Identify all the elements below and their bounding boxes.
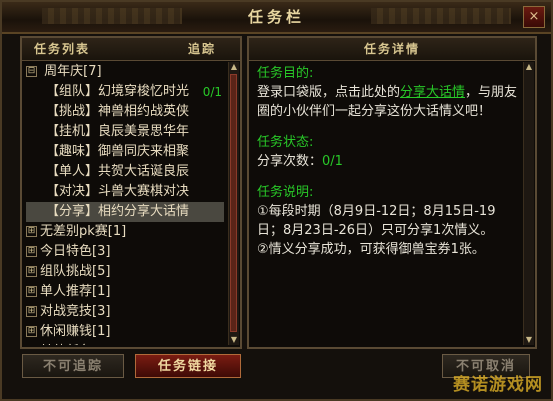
task-row[interactable]: 【对决】斗兽大赛棋对决 [26,182,224,202]
track-progress: 0/1 [202,85,222,99]
task-list-header: 任务列表 追踪 [22,38,240,61]
task-category-tag: 【组队】 [46,84,99,99]
window-title: 任务栏 [247,8,305,26]
task-window: 任务栏 × 任务列表 追踪 ⊟ 周年庆[7] 【组队】幻境穿梭忆时光 0/1 【挑战… [0,0,553,401]
task-row[interactable]: 【趣味】御兽同庆来相聚 [26,142,224,162]
description-line-1: ①每段时期（8月9日-12日；8月15日-19日；8月23日-26日）只可分享1… [257,204,496,238]
task-row[interactable]: 【挂机】良辰美景思华年 [26,122,224,142]
close-button[interactable]: × [523,6,545,28]
task-name: 神兽相约战英侠 [98,104,190,119]
task-list-title: 任务列表 [34,42,91,56]
scroll-down-icon[interactable]: ▼ [229,335,239,345]
task-name: 良辰美景思华年 [98,124,190,139]
group-row[interactable]: ⊞ 对战竞技[3] [26,302,224,322]
task-name: 共贺大话诞良辰 [98,164,190,179]
scroll-up-icon[interactable]: ▲ [229,62,239,72]
site-watermark: 赛诺游戏网 [453,375,543,395]
task-detail-scrollbar[interactable]: ▲ ▼ [523,62,534,345]
task-category-tag: 【分享】 [46,204,99,219]
goal-text-before: 登录口袋版，点击此处的 [257,85,401,100]
group-label: 休闲赚钱[1] [40,324,111,339]
group-row-anniversary[interactable]: ⊟ 周年庆[7] [26,62,224,82]
expand-icon[interactable]: ⊞ [26,266,37,277]
group-label: 今日特色[3] [40,244,111,259]
group-row[interactable]: ⊞ 今日特色[3] [26,242,224,262]
task-category-tag: 【趣味】 [46,144,99,159]
track-column-title: 追踪 [187,42,216,56]
task-detail-title: 任务详情 [363,42,420,56]
goal-heading: 任务目的: [257,66,314,81]
group-label: 无差别pk赛[1] [40,224,127,239]
task-name: 相约分享大话情 [98,204,190,219]
task-name: 幻境穿梭忆时光 [98,84,190,99]
task-list-panel: 任务列表 追踪 ⊟ 周年庆[7] 【组队】幻境穿梭忆时光 0/1 【挑战】神兽相约战… [20,36,242,349]
task-row[interactable]: 【组队】幻境穿梭忆时光 0/1 [26,82,224,102]
share-link[interactable]: 分享大话情 [400,85,465,100]
status-value: 0/1 [322,154,343,169]
untrack-button[interactable]: 不可追踪 [22,354,124,378]
group-row[interactable]: ⊞其他任务[2] [26,342,224,345]
task-name: 斗兽大赛棋对决 [98,184,190,199]
description-heading: 任务说明: [257,185,314,200]
expand-icon[interactable]: ⊞ [26,286,37,297]
task-category-tag: 【挂机】 [46,124,99,139]
expand-icon[interactable]: ⊞ [26,246,37,257]
status-heading: 任务状态: [257,135,314,150]
group-label: 周年庆[7] [44,64,102,79]
collapse-icon[interactable]: ⊟ [26,66,37,77]
group-row[interactable]: ⊞ 组队挑战[5] [26,262,224,282]
task-link-button[interactable]: 任务链接 [135,354,241,378]
status-label: 分享次数： [257,154,323,169]
group-row[interactable]: ⊞ 无差别pk赛[1] [26,222,224,242]
status-line: 分享次数：0/1 [257,152,519,171]
group-row[interactable]: ⊞ 休闲赚钱[1] [26,322,224,342]
scroll-thumb[interactable] [230,74,237,332]
task-row[interactable]: 【分享】相约分享大话情 [26,202,224,222]
group-label: 对战竞技[3] [40,304,111,319]
task-row[interactable]: 【单人】共贺大话诞良辰 [26,162,224,182]
task-detail-header: 任务详情 [249,38,535,61]
description-line-2: ②情义分享成功，可获得御兽宝券1张。 [257,242,485,257]
task-category-tag: 【挑战】 [46,104,99,119]
expand-icon[interactable]: ⊞ [26,326,37,337]
group-label: 组队挑战[5] [40,264,111,279]
group-label: 其他任务[2] [40,344,110,345]
title-bar[interactable]: 任务栏 × [2,2,551,34]
expand-icon[interactable]: ⊞ [26,306,37,317]
task-name: 御兽同庆来相聚 [98,144,190,159]
task-category-tag: 【单人】 [46,164,99,179]
task-detail-panel: 任务详情 任务目的: 登录口袋版，点击此处的分享大话情，与朋友圈的小伙伴们一起分… [247,36,537,349]
expand-icon[interactable]: ⊞ [26,226,37,237]
goal-text: 登录口袋版，点击此处的分享大话情，与朋友圈的小伙伴们一起分享这份大话情义吧！ [257,83,519,121]
scroll-down-icon[interactable]: ▼ [524,335,534,345]
task-row[interactable]: 【挑战】神兽相约战英侠 [26,102,224,122]
task-category-tag: 【对决】 [46,184,99,199]
group-row[interactable]: ⊞ 单人推荐[1] [26,282,224,302]
group-label: 单人推荐[1] [40,284,111,299]
task-list: ⊟ 周年庆[7] 【组队】幻境穿梭忆时光 0/1 【挑战】神兽相约战英侠 【挂机】良辰… [26,62,224,345]
task-list-scrollbar[interactable]: ▲ ▼ [228,62,239,345]
scroll-up-icon[interactable]: ▲ [524,62,534,72]
task-detail-body: 任务目的: 登录口袋版，点击此处的分享大话情，与朋友圈的小伙伴们一起分享这份大话… [257,64,519,259]
